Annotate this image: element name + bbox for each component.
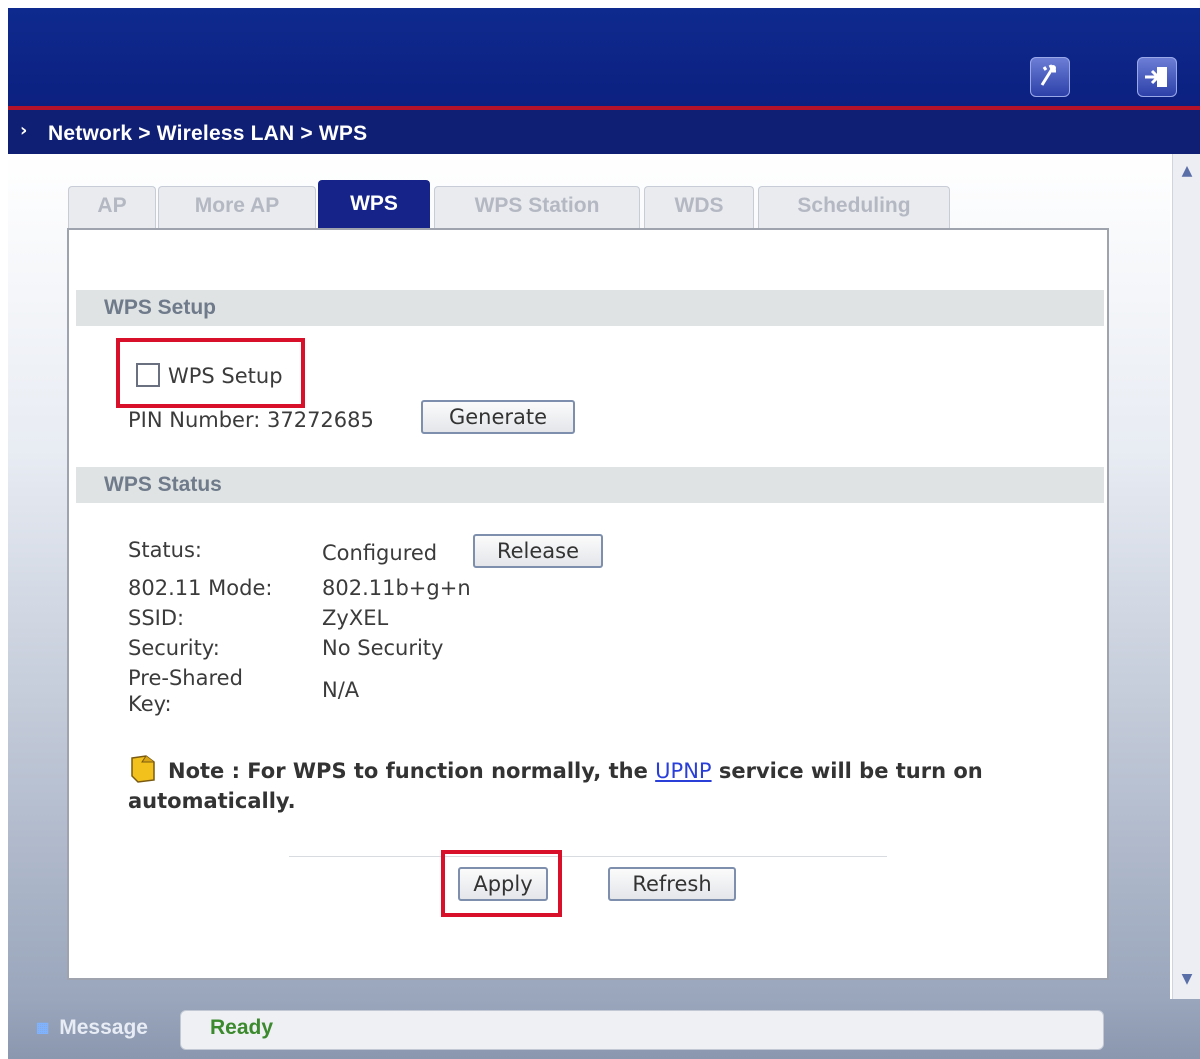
- section-title: WPS Status: [104, 473, 222, 496]
- ssid-value: ZyXEL: [322, 606, 389, 630]
- top-header: [8, 8, 1200, 108]
- psk-label-line2: Key:: [128, 692, 172, 716]
- wps-setup-checkbox[interactable]: [136, 363, 160, 387]
- message-label: ▦ Message: [36, 1016, 148, 1040]
- status-label: Status:: [128, 538, 202, 562]
- breadcrumb-bar: › Network > Wireless LAN > WPS: [8, 110, 1200, 154]
- message-value: Ready: [210, 1016, 274, 1039]
- divider: [289, 856, 887, 857]
- message-label-text: Message: [59, 1016, 148, 1039]
- message-box: [180, 1010, 1104, 1050]
- scroll-down-icon[interactable]: ▼: [1177, 968, 1197, 990]
- wps-setup-section-header: WPS Setup: [76, 290, 1104, 326]
- upnp-link[interactable]: UPNP: [655, 759, 711, 783]
- generate-button[interactable]: Generate: [421, 400, 575, 434]
- ssid-label: SSID:: [128, 606, 185, 630]
- mode-label: 802.11 Mode:: [128, 576, 273, 600]
- tab-wds[interactable]: WDS: [644, 186, 754, 229]
- note-text: Note : For WPS to function normally, the: [168, 759, 656, 783]
- scroll-up-icon[interactable]: ▲: [1177, 160, 1197, 182]
- wizard-icon[interactable]: [1030, 57, 1070, 97]
- refresh-button[interactable]: Refresh: [608, 867, 736, 901]
- psk-label: Pre-Shared: [128, 666, 243, 690]
- mode-value: 802.11b+g+n: [322, 576, 471, 600]
- tab-wps-station[interactable]: WPS Station: [434, 186, 640, 229]
- chevron-right-icon: ›: [20, 120, 28, 141]
- wps-setup-checkbox-label: WPS Setup: [168, 364, 283, 388]
- tab-scheduling[interactable]: Scheduling: [758, 186, 950, 229]
- tab-wps[interactable]: WPS: [318, 180, 430, 229]
- grip-icon: ▦: [36, 1019, 50, 1035]
- breadcrumb: Network > Wireless LAN > WPS: [48, 122, 368, 145]
- release-button[interactable]: Release: [473, 534, 603, 568]
- tab-ap[interactable]: AP: [68, 186, 156, 229]
- vertical-scrollbar[interactable]: ▲ ▼: [1172, 154, 1200, 999]
- tab-more-ap[interactable]: More AP: [158, 186, 316, 229]
- logout-icon[interactable]: [1137, 57, 1177, 97]
- pin-number-text: PIN Number: 37272685: [128, 408, 374, 432]
- upnp-note: Note : For WPS to function normally, the…: [128, 754, 1068, 816]
- note-icon: [131, 755, 155, 783]
- security-value: No Security: [322, 636, 444, 660]
- status-value: Configured: [322, 541, 438, 565]
- section-title: WPS Setup: [104, 296, 217, 319]
- security-label: Security:: [128, 636, 220, 660]
- wps-status-section-header: WPS Status: [76, 467, 1104, 503]
- apply-button[interactable]: Apply: [458, 867, 548, 901]
- psk-value: N/A: [322, 678, 360, 702]
